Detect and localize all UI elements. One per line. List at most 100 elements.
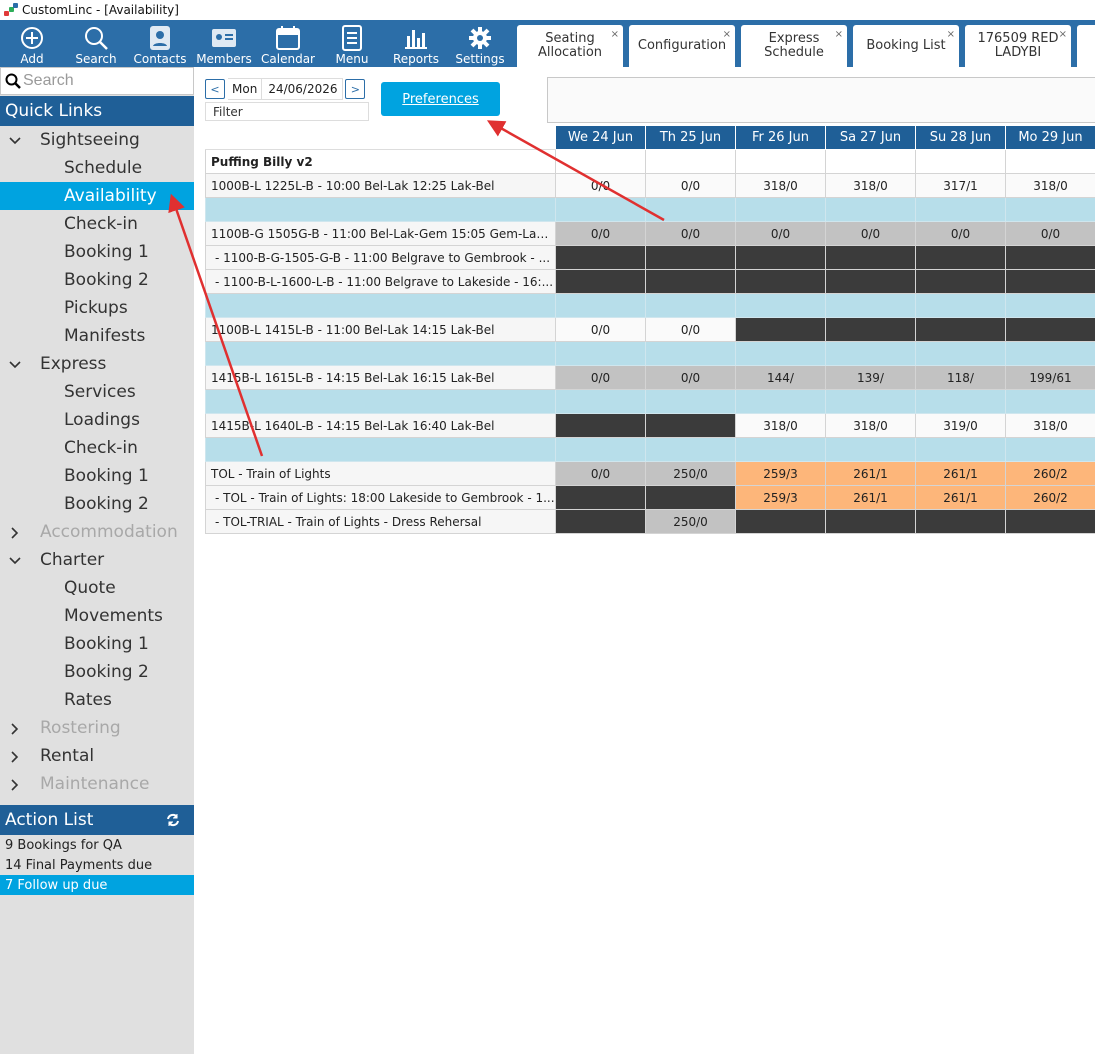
availability-cell[interactable]: 0/0 [555, 221, 646, 246]
availability-cell[interactable]: 0/0 [915, 221, 1006, 246]
column-header[interactable]: Fr 26 Jun [735, 125, 826, 150]
availability-cell[interactable]: 318/0 [735, 173, 826, 198]
refresh-icon[interactable] [166, 813, 180, 827]
close-icon[interactable]: × [947, 28, 955, 42]
sidebar-item-charter-booking-2[interactable]: Booking 2 [0, 658, 194, 686]
availability-cell[interactable]: 318/0 [825, 173, 916, 198]
chevron-down-icon[interactable] [8, 133, 22, 147]
column-header[interactable]: We 24 Jun [555, 125, 646, 150]
tab-overflow[interactable] [1077, 25, 1095, 67]
availability-cell[interactable]: 259/3 [735, 461, 826, 486]
availability-cell[interactable]: 0/0 [645, 317, 736, 342]
service-row[interactable]: 1100B-G 1505G-B - 11:00 Bel-Lak-Gem 15:0… [205, 221, 1095, 246]
close-icon[interactable]: × [611, 28, 619, 42]
sidebar-item-sightseeing-manifests[interactable]: Manifests [0, 322, 194, 350]
availability-cell[interactable]: 199/61 [1005, 365, 1095, 390]
availability-cell[interactable]: 260/2 [1005, 485, 1095, 510]
column-header[interactable]: Su 28 Jun [915, 125, 1006, 150]
sidebar-item-express-booking-1[interactable]: Booking 1 [0, 462, 194, 490]
sidebar-item-express-services[interactable]: Services [0, 378, 194, 406]
nav-group-maintenance[interactable]: Maintenance [0, 770, 194, 798]
availability-cell[interactable]: 0/0 [555, 173, 646, 198]
service-row[interactable]: 1000B-L 1225L-B - 10:00 Bel-Lak 12:25 La… [205, 173, 1095, 198]
service-row[interactable]: 1415B-L 1640L-B - 14:15 Bel-Lak 16:40 La… [205, 413, 1095, 438]
column-header[interactable]: Th 25 Jun [645, 125, 736, 150]
reports-button[interactable]: Reports [384, 20, 448, 67]
availability-cell[interactable]: 0/0 [645, 173, 736, 198]
chevron-down-icon[interactable] [8, 357, 22, 371]
nav-group-rostering[interactable]: Rostering [0, 714, 194, 742]
availability-cell[interactable]: 259/3 [735, 485, 826, 510]
service-name[interactable]: - 1100-B-G-1505-G-B - 11:00 Belgrave to … [205, 245, 556, 270]
sidebar-search-input[interactable] [23, 72, 183, 90]
action-list-item[interactable]: 14 Final Payments due [0, 855, 194, 875]
service-name[interactable]: - TOL-TRIAL - Train of Lights - Dress Re… [205, 509, 556, 534]
availability-cell[interactable]: 250/0 [645, 461, 736, 486]
members-button[interactable]: Members [192, 20, 256, 67]
service-row[interactable]: - TOL-TRIAL - Train of Lights - Dress Re… [205, 509, 1095, 534]
chevron-right-icon[interactable] [8, 777, 22, 791]
service-name[interactable]: 1000B-L 1225L-B - 10:00 Bel-Lak 12:25 La… [205, 173, 556, 198]
prev-date-button[interactable]: < [205, 79, 225, 99]
availability-cell[interactable]: 0/0 [555, 365, 646, 390]
column-header[interactable]: Mo 29 Jun [1005, 125, 1095, 150]
chevron-right-icon[interactable] [8, 749, 22, 763]
menu-button[interactable]: Menu [320, 20, 384, 67]
tab-booking-list[interactable]: Booking List × [853, 25, 959, 67]
sidebar-item-sightseeing-check-in[interactable]: Check-in [0, 210, 194, 238]
sidebar-item-charter-quote[interactable]: Quote [0, 574, 194, 602]
contacts-button[interactable]: Contacts [128, 20, 192, 67]
availability-cell[interactable]: 317/1 [915, 173, 1006, 198]
service-name[interactable]: 1100B-G 1505G-B - 11:00 Bel-Lak-Gem 15:0… [205, 221, 556, 246]
availability-cell[interactable]: 260/2 [1005, 461, 1095, 486]
sidebar-item-charter-rates[interactable]: Rates [0, 686, 194, 714]
action-list-item[interactable]: 9 Bookings for QA [0, 835, 194, 855]
nav-group-sightseeing[interactable]: Sightseeing [0, 126, 194, 154]
nav-group-accommodation[interactable]: Accommodation [0, 518, 194, 546]
service-name[interactable]: TOL - Train of Lights [205, 461, 556, 486]
availability-cell[interactable]: 318/0 [1005, 173, 1095, 198]
sidebar-item-sightseeing-pickups[interactable]: Pickups [0, 294, 194, 322]
availability-cell[interactable]: 0/0 [555, 461, 646, 486]
sidebar-item-charter-movements[interactable]: Movements [0, 602, 194, 630]
chevron-right-icon[interactable] [8, 721, 22, 735]
service-row[interactable]: TOL - Train of Lights 0/0 250/0 259/3 261/1 2… [205, 461, 1095, 486]
availability-cell[interactable]: 0/0 [825, 221, 916, 246]
sidebar-item-sightseeing-booking-1[interactable]: Booking 1 [0, 238, 194, 266]
next-date-button[interactable]: > [345, 79, 366, 99]
nav-group-express[interactable]: Express [0, 350, 194, 378]
service-row[interactable]: - TOL - Train of Lights: 18:00 Lakeside … [205, 485, 1095, 510]
service-row[interactable]: - 1100-B-G-1505-G-B - 11:00 Belgrave to … [205, 245, 1095, 270]
service-row[interactable]: 1415B-L 1615L-B - 14:15 Bel-Lak 16:15 La… [205, 365, 1095, 390]
tab-seating-allocation[interactable]: Seating Allocation × [517, 25, 623, 67]
service-name[interactable]: 1415B-L 1640L-B - 14:15 Bel-Lak 16:40 La… [205, 413, 556, 438]
action-list-item[interactable]: 7 Follow up due [0, 875, 194, 895]
sidebar-item-sightseeing-schedule[interactable]: Schedule [0, 154, 194, 182]
availability-cell[interactable]: 261/1 [915, 461, 1006, 486]
chevron-down-icon[interactable] [8, 553, 22, 567]
column-header[interactable]: Sa 27 Jun [825, 125, 916, 150]
availability-cell[interactable]: 319/0 [915, 413, 1006, 438]
availability-cell[interactable]: 261/1 [915, 485, 1006, 510]
chevron-right-icon[interactable] [8, 525, 22, 539]
sidebar-item-sightseeing-booking-2[interactable]: Booking 2 [0, 266, 194, 294]
date-field[interactable]: 24/06/2026 [261, 78, 344, 100]
availability-cell[interactable]: 118/ [915, 365, 1006, 390]
tab-express-schedule[interactable]: Express Schedule × [741, 25, 847, 67]
availability-cell[interactable]: 318/0 [1005, 413, 1095, 438]
availability-cell[interactable]: 139/ [825, 365, 916, 390]
add-button[interactable]: Add [0, 20, 64, 67]
filter-field[interactable]: Filter [205, 102, 369, 121]
nav-group-charter[interactable]: Charter [0, 546, 194, 574]
service-name[interactable]: 1100B-L 1415L-B - 11:00 Bel-Lak 14:15 La… [205, 317, 556, 342]
availability-cell[interactable]: 0/0 [645, 365, 736, 390]
close-icon[interactable]: × [835, 28, 843, 42]
availability-cell[interactable]: 0/0 [555, 317, 646, 342]
availability-cell[interactable]: 0/0 [1005, 221, 1095, 246]
preferences-button[interactable]: Preferences [381, 82, 500, 116]
availability-cell[interactable]: 250/0 [645, 509, 736, 534]
tab-configuration[interactable]: Configuration × [629, 25, 735, 67]
availability-cell[interactable]: 261/1 [825, 485, 916, 510]
close-icon[interactable]: × [1059, 28, 1067, 42]
sidebar-item-express-check-in[interactable]: Check-in [0, 434, 194, 462]
